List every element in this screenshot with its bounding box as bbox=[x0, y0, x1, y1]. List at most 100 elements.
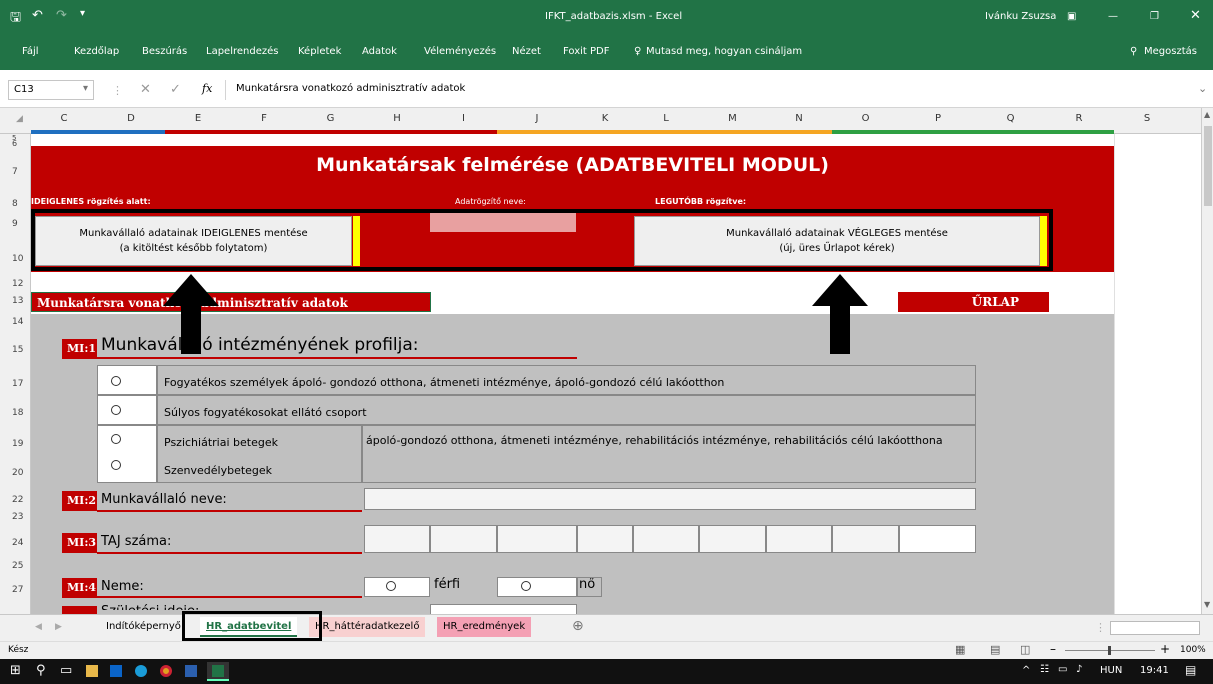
cancel-icon[interactable]: ✕ bbox=[140, 82, 151, 97]
zoom-level[interactable]: 100% bbox=[1180, 645, 1206, 655]
sheet-tab-hr-eredmenyek[interactable]: HR_eredmények bbox=[437, 617, 532, 637]
radio-option-3[interactable] bbox=[111, 434, 121, 444]
redo-icon[interactable]: ↷ bbox=[56, 8, 67, 23]
birth-date-field[interactable] bbox=[430, 604, 577, 614]
prev-sheet-icon[interactable]: ◀ bbox=[35, 622, 42, 632]
column-header[interactable]: S bbox=[1114, 113, 1180, 124]
restore-icon[interactable]: ❐ bbox=[1150, 11, 1159, 22]
column-header[interactable]: O bbox=[832, 113, 899, 124]
tab-file[interactable]: Fájl bbox=[22, 46, 39, 57]
row-header[interactable]: 9 bbox=[0, 219, 30, 229]
row-header[interactable]: 23 bbox=[0, 512, 30, 522]
battery-icon[interactable]: ▭ bbox=[1058, 664, 1067, 675]
file-explorer-icon[interactable] bbox=[86, 665, 98, 677]
taj-digit-field[interactable] bbox=[832, 525, 899, 553]
row-header[interactable]: 10 bbox=[0, 254, 30, 264]
tab-page-layout[interactable]: Lapelrendezés bbox=[206, 46, 278, 57]
add-sheet-icon[interactable]: ⊕ bbox=[572, 618, 584, 634]
language-indicator[interactable]: HUN bbox=[1100, 665, 1122, 676]
employee-name-field[interactable] bbox=[364, 488, 976, 510]
search-icon[interactable]: ⚲ bbox=[36, 663, 46, 678]
row-header[interactable]: 20 bbox=[0, 468, 30, 478]
row-header[interactable]: 18 bbox=[0, 408, 30, 418]
taj-digit-field[interactable] bbox=[430, 525, 497, 553]
quick-access-customize-icon[interactable]: ▾ bbox=[80, 8, 85, 19]
user-name[interactable]: Ivánku Zsuzsa bbox=[985, 11, 1056, 22]
tab-insert[interactable]: Beszúrás bbox=[142, 46, 187, 57]
ribbon-display-icon[interactable]: ▣ bbox=[1067, 11, 1076, 22]
share-button[interactable]: Megosztás bbox=[1144, 46, 1197, 57]
tab-view[interactable]: Nézet bbox=[512, 46, 541, 57]
radio-male[interactable] bbox=[386, 581, 396, 591]
word-icon[interactable] bbox=[185, 665, 197, 677]
row-header[interactable]: 24 bbox=[0, 538, 30, 548]
taj-digit-field[interactable] bbox=[899, 525, 976, 553]
windows-start-icon[interactable]: ⊞ bbox=[10, 663, 21, 678]
select-all-icon[interactable]: ◢ bbox=[16, 114, 23, 124]
clock[interactable]: 19:41 bbox=[1140, 665, 1169, 676]
function-icon[interactable]: fx bbox=[202, 82, 212, 95]
close-icon[interactable]: ✕ bbox=[1190, 8, 1201, 23]
taj-digit-field[interactable] bbox=[577, 525, 633, 553]
check-icon[interactable]: ✓ bbox=[170, 82, 181, 97]
tab-formulas[interactable]: Képletek bbox=[298, 46, 341, 57]
scroll-up-icon[interactable]: ▲ bbox=[1204, 110, 1210, 119]
sheet-tab-hr-hatteradatkezelo[interactable]: HR_háttéradatkezelő bbox=[309, 617, 426, 637]
skype-icon[interactable] bbox=[135, 665, 147, 677]
row-header[interactable]: 8 bbox=[0, 199, 30, 209]
horizontal-scrollbar[interactable] bbox=[1110, 621, 1200, 635]
zoom-in-icon[interactable]: + bbox=[1160, 642, 1170, 656]
column-header[interactable]: M bbox=[699, 113, 766, 124]
tab-foxit-pdf[interactable]: Foxit PDF bbox=[563, 46, 609, 57]
task-view-icon[interactable]: ▭ bbox=[60, 663, 72, 678]
tray-expand-icon[interactable]: ^ bbox=[1022, 665, 1030, 676]
volume-icon[interactable]: ♪ bbox=[1076, 664, 1082, 675]
network-icon[interactable]: ☷ bbox=[1040, 664, 1049, 675]
notifications-icon[interactable]: ▤ bbox=[1185, 663, 1196, 677]
taj-digit-field[interactable] bbox=[633, 525, 699, 553]
row-header[interactable]: 25 bbox=[0, 561, 30, 571]
tell-me-box[interactable]: Mutasd meg, hogyan csináljam bbox=[646, 46, 802, 57]
next-sheet-icon[interactable]: ▶ bbox=[55, 622, 62, 632]
taj-digit-field[interactable] bbox=[497, 525, 577, 553]
tab-home[interactable]: Kezdőlap bbox=[74, 46, 119, 57]
row-header[interactable]: 17 bbox=[0, 379, 30, 389]
scroll-thumb[interactable] bbox=[1204, 126, 1212, 206]
chrome-icon[interactable] bbox=[160, 665, 172, 677]
column-header[interactable]: R bbox=[1044, 113, 1114, 124]
row-header[interactable]: 14 bbox=[0, 317, 30, 327]
row-header[interactable]: 22 bbox=[0, 495, 30, 505]
column-header[interactable]: C bbox=[31, 113, 97, 124]
column-header[interactable]: P bbox=[899, 113, 977, 124]
page-layout-icon[interactable]: ▤ bbox=[990, 643, 1000, 656]
row-header[interactable]: 27 bbox=[0, 585, 30, 595]
row-header[interactable]: 7 bbox=[0, 167, 30, 177]
minimize-icon[interactable]: — bbox=[1108, 11, 1118, 22]
column-header[interactable]: N bbox=[766, 113, 832, 124]
row-header[interactable]: 12 bbox=[0, 279, 30, 289]
column-header[interactable]: H bbox=[364, 113, 430, 124]
row-header[interactable]: 15 bbox=[0, 345, 30, 355]
column-header[interactable]: K bbox=[577, 113, 633, 124]
column-header[interactable]: D bbox=[97, 113, 165, 124]
expand-formula-icon[interactable]: ⌄ bbox=[1198, 82, 1207, 95]
taj-digit-field[interactable] bbox=[766, 525, 832, 553]
column-header[interactable]: G bbox=[297, 113, 364, 124]
name-box[interactable]: C13 ▾ bbox=[8, 80, 94, 100]
scroll-down-icon[interactable]: ▼ bbox=[1204, 600, 1210, 609]
formula-input[interactable]: Munkatársra vonatkozó adminisztratív ada… bbox=[236, 83, 465, 94]
taj-digit-field[interactable] bbox=[364, 525, 430, 553]
row-header[interactable]: 19 bbox=[0, 439, 30, 449]
vertical-scrollbar[interactable]: ▲ ▼ bbox=[1201, 108, 1213, 614]
section-header[interactable]: Munkatársra vonatkozó adminisztratív ada… bbox=[31, 292, 431, 312]
column-header[interactable]: Q bbox=[977, 113, 1044, 124]
radio-option-4[interactable] bbox=[111, 460, 121, 470]
taj-digit-field[interactable] bbox=[699, 525, 766, 553]
undo-icon[interactable]: ↶ bbox=[32, 8, 43, 23]
column-header[interactable]: J bbox=[497, 113, 577, 124]
zoom-thumb[interactable] bbox=[1108, 646, 1111, 655]
tab-review[interactable]: Véleményezés bbox=[424, 46, 496, 57]
column-header[interactable]: E bbox=[165, 113, 231, 124]
column-header[interactable]: F bbox=[231, 113, 297, 124]
zoom-out-icon[interactable]: – bbox=[1050, 642, 1056, 656]
